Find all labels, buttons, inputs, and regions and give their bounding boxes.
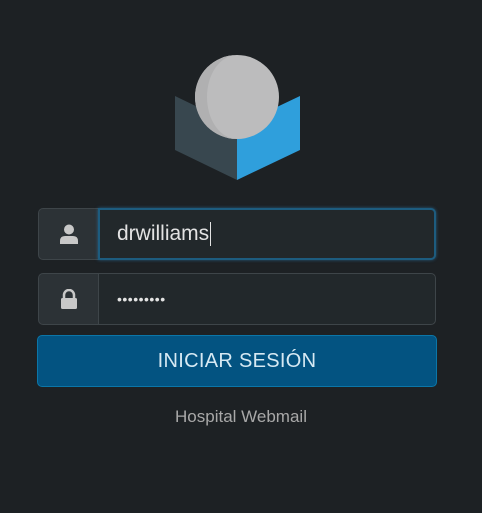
user-icon [59, 224, 78, 244]
lock-icon [60, 289, 77, 309]
username-field[interactable]: drwilliams [38, 208, 436, 260]
password-input[interactable]: ••••••••• [98, 273, 436, 325]
text-caret [210, 222, 212, 246]
login-button[interactable]: INICIAR SESIÓN [37, 335, 437, 387]
password-icon-box [38, 273, 98, 325]
password-field[interactable]: ••••••••• [38, 273, 436, 325]
password-value: ••••••••• [117, 291, 166, 307]
roundcube-logo-icon [175, 55, 300, 180]
username-icon-box [38, 208, 98, 260]
footer-text: Hospital Webmail [175, 407, 307, 426]
username-value: drwilliams [117, 222, 210, 245]
username-input[interactable]: drwilliams [98, 208, 436, 260]
